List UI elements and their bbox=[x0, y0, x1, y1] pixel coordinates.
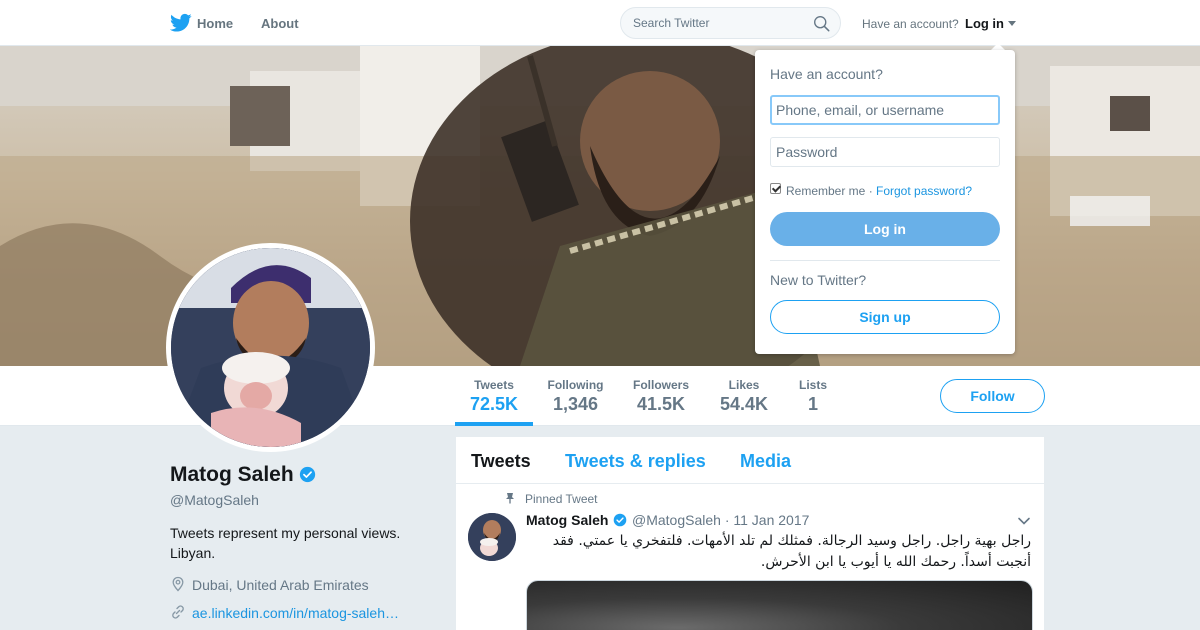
pin-icon bbox=[506, 493, 514, 504]
forgot-password-link[interactable]: Forgot password? bbox=[876, 184, 972, 198]
stat-value: 54.4K bbox=[719, 394, 769, 414]
nav-home-link[interactable]: Home bbox=[197, 16, 233, 31]
link-icon bbox=[172, 605, 184, 619]
tab-media[interactable]: Media bbox=[740, 451, 791, 472]
stat-label: Lists bbox=[798, 378, 827, 392]
search-icon[interactable] bbox=[813, 15, 830, 32]
remember-me-text: Remember me bbox=[786, 184, 866, 198]
stat-lists[interactable]: Lists 1 bbox=[797, 378, 829, 415]
profile-bio: Tweets represent my personal views. Liby… bbox=[170, 525, 401, 561]
new-to-twitter-text: New to Twitter? bbox=[770, 272, 867, 288]
verified-icon bbox=[299, 466, 316, 483]
follow-button[interactable]: Follow bbox=[940, 379, 1045, 413]
stat-label: Following bbox=[547, 378, 604, 392]
stat-tweets[interactable]: Tweets 72.5K bbox=[470, 378, 518, 415]
timeline-tabs: Tweets Tweets & replies Media bbox=[456, 437, 1044, 484]
signup-button[interactable]: Sign up bbox=[770, 300, 1000, 334]
tab-tweets-replies[interactable]: Tweets & replies bbox=[565, 451, 706, 472]
active-stat-indicator bbox=[455, 422, 533, 426]
search-input[interactable]: Search Twitter bbox=[620, 7, 841, 39]
pinned-tweet-label: Pinned Tweet bbox=[525, 492, 598, 506]
nav-about-link[interactable]: About bbox=[261, 16, 299, 31]
login-menu-button[interactable]: Log in bbox=[965, 16, 1004, 31]
stat-label: Tweets bbox=[474, 378, 514, 392]
remember-me-checkbox[interactable] bbox=[770, 183, 781, 194]
stat-value: 41.5K bbox=[636, 394, 686, 414]
profile-website-link[interactable]: ae.linkedin.com/in/matog-saleh… bbox=[192, 605, 399, 621]
search-placeholder: Search Twitter bbox=[633, 16, 710, 30]
chevron-down-icon[interactable] bbox=[1008, 21, 1016, 26]
profile-handle[interactable]: @MatogSaleh bbox=[170, 492, 259, 508]
login-button[interactable]: Log in bbox=[770, 212, 1000, 246]
have-account-text: Have an account? bbox=[862, 17, 959, 31]
profile-location: Dubai, United Arab Emirates bbox=[192, 577, 369, 593]
tweet-avatar[interactable] bbox=[468, 513, 516, 561]
twitter-bird-icon[interactable] bbox=[170, 13, 192, 33]
tab-tweets[interactable]: Tweets bbox=[471, 451, 531, 472]
stat-label: Likes bbox=[728, 378, 760, 392]
profile-name: Matog Saleh bbox=[170, 463, 294, 486]
tweet-meta[interactable]: @MatogSaleh · 11 Jan 2017 bbox=[632, 512, 809, 528]
stat-value: 1,346 bbox=[552, 394, 599, 414]
stat-value: 1 bbox=[807, 394, 818, 414]
location-icon bbox=[172, 576, 184, 592]
username-field[interactable]: Phone, email, or username bbox=[770, 95, 1000, 125]
remember-me-label[interactable]: Remember me · bbox=[786, 184, 873, 198]
profile-avatar[interactable] bbox=[166, 243, 375, 452]
tweet-text: راجل بهية راجل. راجل وسيد الرجالة. فمثلك… bbox=[552, 533, 1031, 570]
stat-followers[interactable]: Followers 41.5K bbox=[632, 378, 690, 415]
stat-following[interactable]: Following 1,346 bbox=[547, 378, 604, 415]
tweet-media-image[interactable] bbox=[526, 580, 1033, 630]
stat-likes[interactable]: Likes 54.4K bbox=[719, 378, 769, 415]
verified-icon bbox=[613, 513, 627, 527]
avatar-photo bbox=[171, 248, 370, 447]
password-field[interactable]: Password bbox=[770, 137, 1000, 167]
timeline: Tweets Tweets & replies Media Pinned Twe… bbox=[456, 437, 1044, 630]
stat-label: Followers bbox=[632, 378, 689, 392]
chevron-down-icon[interactable] bbox=[1017, 514, 1031, 528]
remember-separator: · bbox=[868, 184, 873, 198]
dropdown-title: Have an account? bbox=[770, 66, 883, 82]
stat-value: 72.5K bbox=[470, 394, 519, 414]
dropdown-divider bbox=[770, 260, 1000, 261]
login-dropdown: Have an account? Phone, email, or userna… bbox=[755, 50, 1015, 354]
tweet-author-name[interactable]: Matog Saleh bbox=[526, 512, 608, 528]
top-nav: Home About Search Twitter Have an accoun… bbox=[0, 0, 1200, 46]
